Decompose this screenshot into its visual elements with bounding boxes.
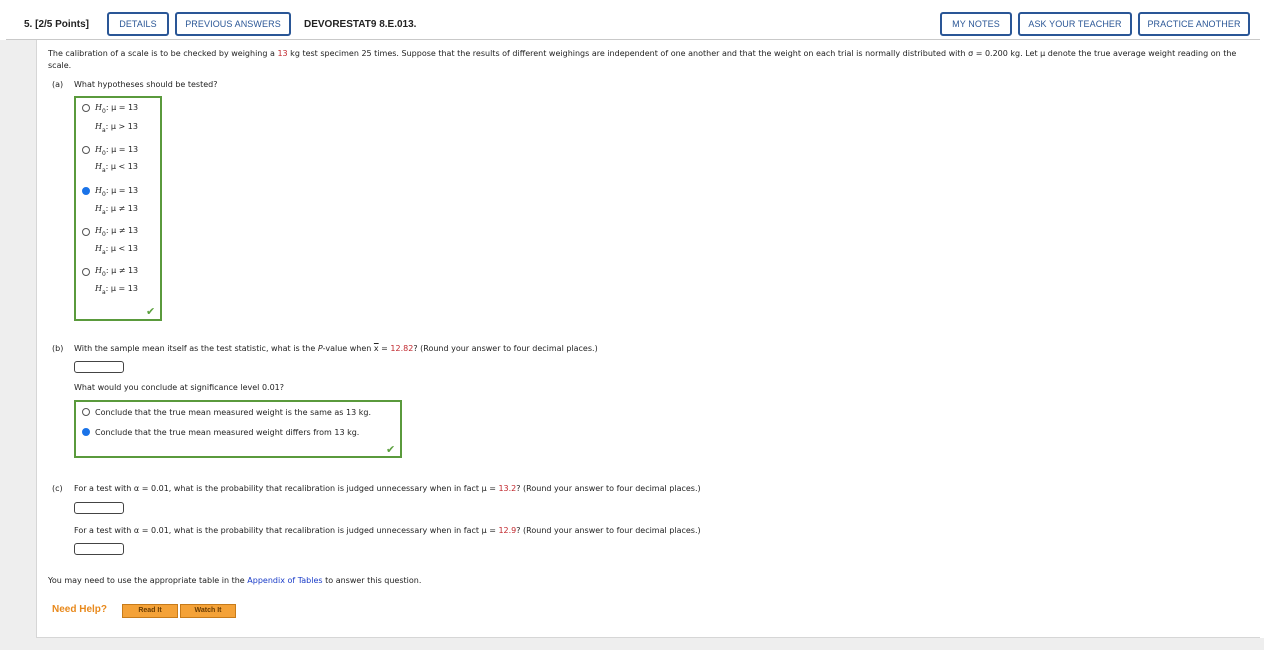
problem-statement: The calibration of a scale is to be chec… <box>48 48 1248 72</box>
bottom-rail <box>0 638 1264 650</box>
part-c-answer-2-input[interactable] <box>74 543 124 555</box>
part-c-question-1: For a test with α = 0.01, what is the pr… <box>74 484 701 493</box>
hypothesis-option-2-radio[interactable] <box>82 146 90 154</box>
hypothesis-option-3-h0: H0: μ = 13 <box>95 186 139 198</box>
part-b-xbar-value: 12.82 <box>390 344 414 353</box>
hypothesis-option-1-ha: Ha: μ > 13 <box>95 122 138 134</box>
my-notes-button[interactable]: MY NOTES <box>940 12 1012 36</box>
hypothesis-option-5-ha: Ha: μ = 13 <box>95 284 138 296</box>
need-help-label: Need Help? <box>52 604 108 615</box>
assignment-code: DEVORESTAT9 8.E.013. <box>304 19 417 30</box>
previous-answers-button[interactable]: PREVIOUS ANSWERS <box>175 12 291 36</box>
hypothesis-option-2-ha: Ha: μ < 13 <box>95 162 138 174</box>
option-1-h0-text: μ = 13 <box>111 103 139 112</box>
part-b-q-text-1: With the sample mean itself as the test … <box>74 344 318 353</box>
part-b-label: (b) <box>52 344 64 353</box>
details-button[interactable]: DETAILS <box>107 12 169 36</box>
part-c-q2-mu-value: 12.9 <box>498 526 517 535</box>
part-c-label: (c) <box>52 484 63 493</box>
option-2-h0-text: μ = 13 <box>111 145 139 154</box>
part-c-q2-text-2: ? (Round your answer to four decimal pla… <box>516 526 701 535</box>
option-4-h0-text: μ ≠ 13 <box>111 226 139 235</box>
option-4-ha-text: μ < 13 <box>110 244 138 253</box>
part-b-conclude-question: What would you conclude at significance … <box>74 383 284 392</box>
hypothesis-option-4-radio[interactable] <box>82 228 90 236</box>
part-a-correct-check-icon: ✔ <box>146 305 156 318</box>
appendix-note-text-2: to answer this question. <box>322 576 422 585</box>
part-c-answer-1-input[interactable] <box>74 502 124 514</box>
problem-text-start: The calibration of a scale is to be chec… <box>48 49 278 58</box>
part-c-q1-text-2: ? (Round your answer to four decimal pla… <box>516 484 701 493</box>
option-1-ha-text: μ > 13 <box>110 122 138 131</box>
read-it-button[interactable]: Read It <box>122 604 178 618</box>
question-title: 5. [2/5 Points] <box>24 19 90 30</box>
part-b-q-text-2: -value when <box>322 344 374 353</box>
conclusion-option-1-text: Conclude that the true mean measured wei… <box>95 408 371 417</box>
part-b-pvalue-input[interactable] <box>74 361 124 373</box>
problem-weight-value: 13 <box>277 49 288 58</box>
watch-it-button[interactable]: Watch It <box>180 604 236 618</box>
hypothesis-option-1-radio[interactable] <box>82 104 90 112</box>
appendix-note-text-1: You may need to use the appropriate tabl… <box>48 576 248 585</box>
hypothesis-option-4-ha: Ha: μ < 13 <box>95 244 138 256</box>
appendix-note: You may need to use the appropriate tabl… <box>48 576 421 585</box>
hypothesis-option-2-h0: H0: μ = 13 <box>95 145 139 157</box>
option-2-ha-text: μ < 13 <box>110 162 138 171</box>
hypothesis-option-5-radio[interactable] <box>82 268 90 276</box>
part-a-question: What hypotheses should be tested? <box>74 80 218 89</box>
part-b-q-text-4: ? (Round your answer to four decimal pla… <box>413 344 598 353</box>
question-header: 5. [2/5 Points] DETAILS PREVIOUS ANSWERS… <box>6 4 1260 40</box>
part-c-q2-text-1: For a test with α = 0.01, what is the pr… <box>74 526 499 535</box>
ask-teacher-button[interactable]: ASK YOUR TEACHER <box>1018 12 1132 36</box>
part-b-correct-check-icon: ✔ <box>386 443 396 456</box>
question-content-panel <box>36 40 1260 638</box>
option-5-h0-text: μ ≠ 13 <box>111 266 139 275</box>
hypothesis-option-1-h0: H0: μ = 13 <box>95 103 139 115</box>
part-c-question-2: For a test with α = 0.01, what is the pr… <box>74 526 701 535</box>
part-b-q-text-3: = <box>378 344 391 353</box>
conclusion-option-2-radio[interactable] <box>82 428 90 436</box>
option-3-ha-text: μ ≠ 13 <box>110 204 138 213</box>
hypothesis-option-3-radio[interactable] <box>82 187 90 195</box>
part-b-question: With the sample mean itself as the test … <box>74 344 598 353</box>
option-3-h0-text: μ = 13 <box>111 186 139 195</box>
conclusion-option-2-text: Conclude that the true mean measured wei… <box>95 428 360 437</box>
part-c-q1-text-1: For a test with α = 0.01, what is the pr… <box>74 484 499 493</box>
conclusion-option-1-radio[interactable] <box>82 408 90 416</box>
hypothesis-option-5-h0: H0: μ ≠ 13 <box>95 266 139 278</box>
option-5-ha-text: μ = 13 <box>110 284 138 293</box>
part-a-label: (a) <box>52 80 64 89</box>
appendix-of-tables-link[interactable]: Appendix of Tables <box>247 576 322 585</box>
practice-another-button[interactable]: PRACTICE ANOTHER <box>1138 12 1250 36</box>
left-rail <box>0 40 36 650</box>
part-c-q1-mu-value: 13.2 <box>498 484 517 493</box>
hypothesis-option-4-h0: H0: μ ≠ 13 <box>95 226 139 238</box>
hypothesis-option-3-ha: Ha: μ ≠ 13 <box>95 204 138 216</box>
